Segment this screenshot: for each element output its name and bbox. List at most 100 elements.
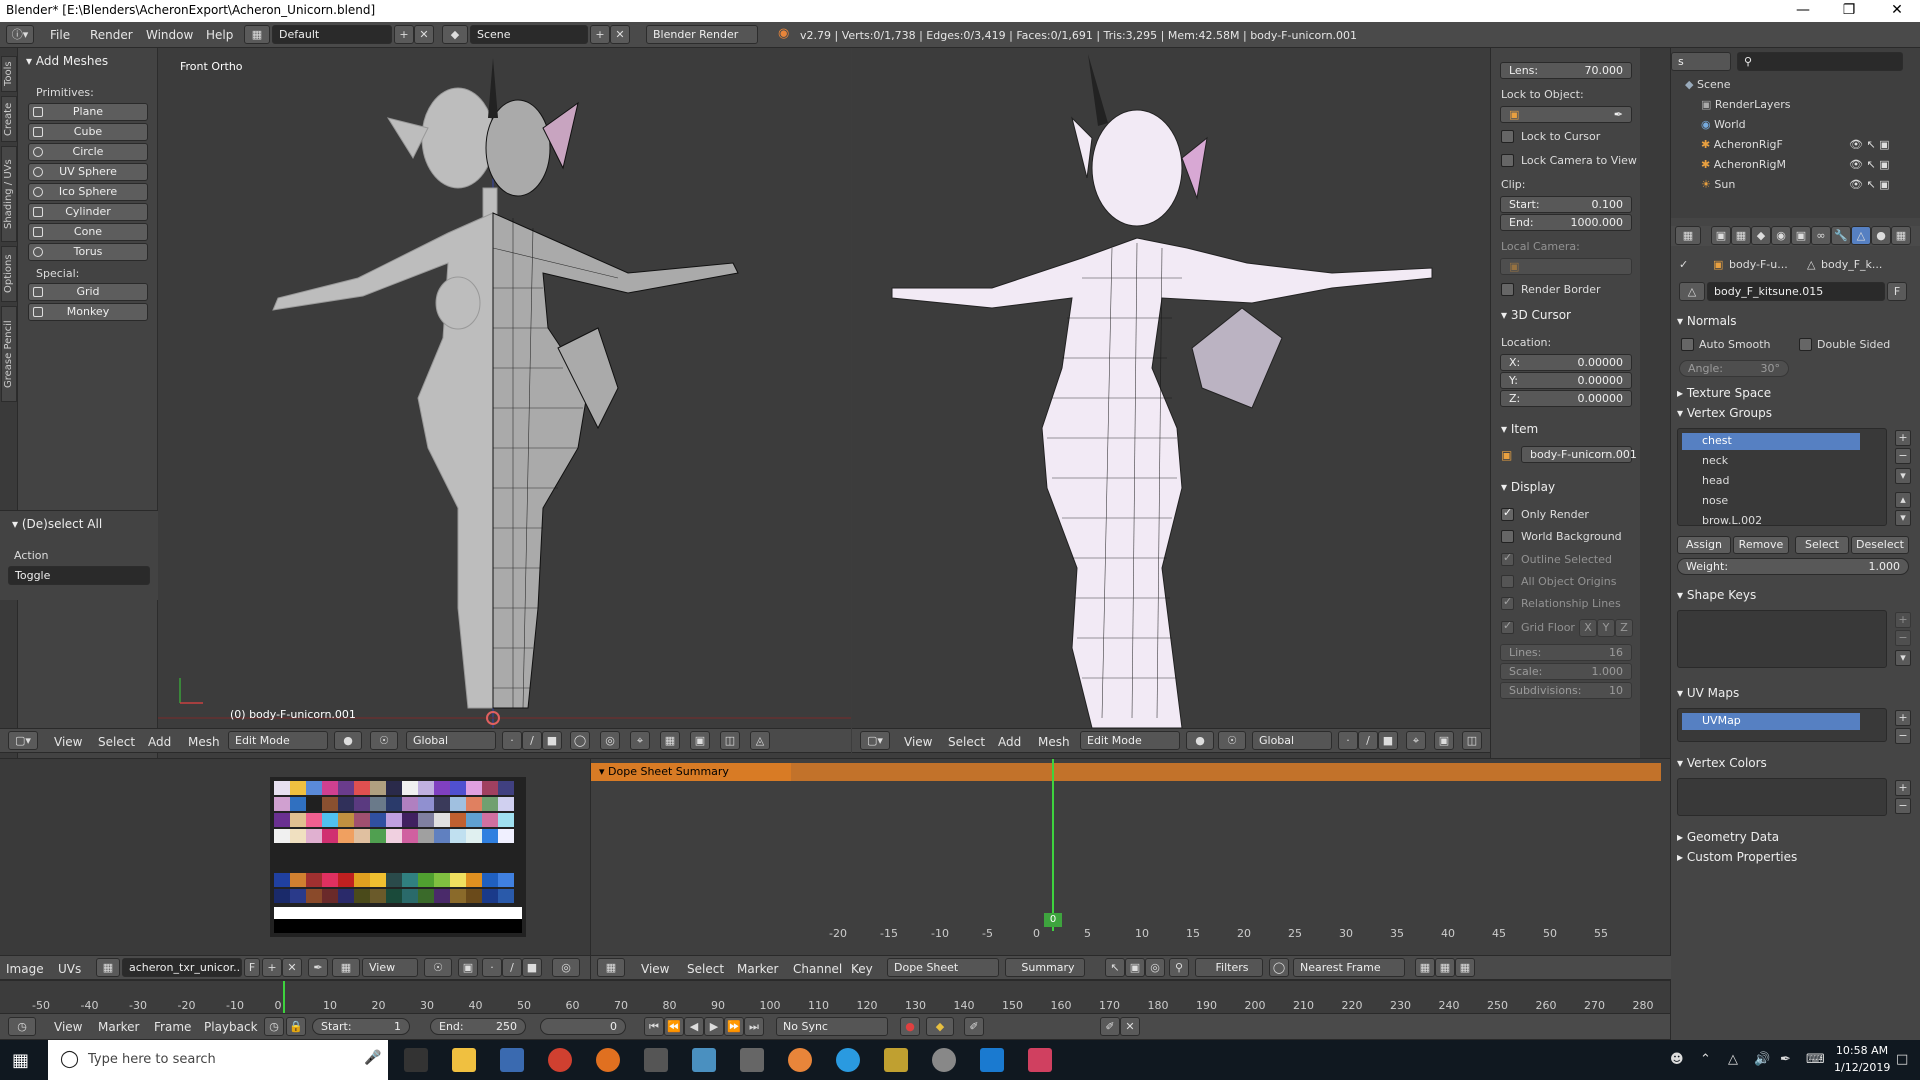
add-vertex-color-icon[interactable]: + bbox=[1895, 780, 1911, 796]
keyboard-icon[interactable]: ⌨ bbox=[1806, 1052, 1825, 1067]
remove-scene-icon[interactable]: ✕ bbox=[610, 25, 630, 44]
remove-uv-map-icon[interactable]: − bbox=[1895, 728, 1911, 744]
uv-face-icon[interactable]: ■ bbox=[522, 958, 542, 977]
dope-mode-dropdown[interactable]: Dope Sheet bbox=[887, 958, 999, 977]
outliner-item-scene[interactable]: ◆ Scene bbox=[1685, 78, 1731, 91]
weight-field[interactable]: Weight: 1.000 bbox=[1677, 558, 1909, 575]
snap-mode-dropdown[interactable]: Nearest Frame bbox=[1293, 958, 1405, 977]
remove-shape-key-icon[interactable]: − bbox=[1895, 630, 1911, 646]
menu-select-2[interactable]: Select bbox=[948, 735, 985, 749]
remove-vertex-color-icon[interactable]: − bbox=[1895, 798, 1911, 814]
menu-add[interactable]: Add bbox=[148, 735, 171, 749]
menu-mesh[interactable]: Mesh bbox=[188, 735, 220, 749]
play-reverse-icon[interactable]: ◀ bbox=[684, 1017, 704, 1036]
right-3d-viewport[interactable] bbox=[852, 48, 1490, 728]
vertex-group-list[interactable]: chest neck head nose brow.L.002 bbox=[1677, 428, 1887, 527]
copy-keys-icon[interactable]: ▦ bbox=[1415, 958, 1435, 977]
clock-date[interactable]: 1/12/2019 bbox=[1834, 1061, 1890, 1074]
firefox-icon[interactable] bbox=[596, 1048, 620, 1072]
only-selected-icon[interactable]: ↖ bbox=[1105, 958, 1125, 977]
vertex-groups-panel-header[interactable]: ▾ Vertex Groups bbox=[1677, 406, 1772, 420]
mode-dropdown[interactable]: Edit Mode bbox=[228, 731, 328, 750]
shape-key-list[interactable] bbox=[1677, 610, 1887, 668]
world-tab-icon[interactable]: ◉ bbox=[1771, 226, 1791, 245]
angle-field[interactable]: Angle: 30° bbox=[1679, 360, 1789, 377]
npanel-scroll-region[interactable] bbox=[1640, 48, 1670, 758]
grid-z-toggle[interactable]: Z bbox=[1615, 619, 1633, 637]
volume-icon[interactable]: 🔊 bbox=[1754, 1052, 1770, 1067]
mesh-name-field[interactable]: body_F_kitsune.015 bbox=[1707, 282, 1885, 301]
jump-next-key-icon[interactable]: ⏩ bbox=[724, 1017, 744, 1036]
start-frame-field[interactable]: Start: 1 bbox=[312, 1018, 410, 1035]
face-select-icon-2[interactable]: ■ bbox=[1378, 731, 1398, 750]
visibility-eye-icon[interactable]: 👁 ↖ ▣ bbox=[1849, 158, 1890, 171]
relationship-lines-checkbox[interactable] bbox=[1501, 595, 1514, 610]
sync-mode-dropdown[interactable]: No Sync bbox=[776, 1017, 888, 1036]
grid-y-toggle[interactable]: Y bbox=[1597, 619, 1615, 637]
mesh-browse-icon[interactable]: △ bbox=[1679, 282, 1705, 301]
snap-target-icon[interactable]: ▦ bbox=[660, 731, 680, 750]
editor-type-3dview-icon-2[interactable]: ▢▾ bbox=[860, 731, 890, 750]
shading-icon[interactable]: ● bbox=[334, 731, 362, 750]
paste-keys-icon[interactable]: ▦ bbox=[1435, 958, 1455, 977]
image-name-field[interactable]: acheron_txr_unicor... bbox=[122, 958, 242, 977]
add-vertex-group-icon[interactable]: + bbox=[1895, 430, 1911, 446]
outliner-item-acheronrigf[interactable]: ✱ AcheronRigF bbox=[1701, 138, 1783, 151]
current-frame-field[interactable]: 0 bbox=[540, 1018, 626, 1035]
maximize-icon[interactable]: ❐ bbox=[1826, 0, 1872, 22]
image-fake-user-toggle[interactable]: F bbox=[244, 958, 260, 977]
image-view-dropdown[interactable]: View bbox=[362, 958, 418, 977]
item-panel-header[interactable]: ▾ Item bbox=[1501, 422, 1538, 436]
menu-view[interactable]: View bbox=[54, 735, 82, 749]
scene-tab-icon[interactable]: ◆ bbox=[1751, 226, 1771, 245]
shape-keys-panel-header[interactable]: ▾ Shape Keys bbox=[1677, 588, 1756, 602]
opengl-render-icon[interactable]: ◫ bbox=[720, 731, 740, 750]
pin-icon[interactable]: ✓ bbox=[1679, 258, 1688, 271]
app-icon[interactable] bbox=[932, 1048, 956, 1072]
uv-edge-icon[interactable]: / bbox=[502, 958, 522, 977]
add-cone-button[interactable]: Cone bbox=[28, 223, 148, 241]
only-errors-icon[interactable]: ◎ bbox=[1145, 958, 1165, 977]
preview-range-icon[interactable]: ◷ bbox=[264, 1017, 284, 1036]
move-down-icon[interactable]: ▾ bbox=[1895, 510, 1911, 526]
edge-select-icon-2[interactable]: / bbox=[1358, 731, 1378, 750]
layout-dropdown[interactable]: Default bbox=[272, 25, 392, 44]
grid-subdiv-field[interactable]: Subdivisions: 10 bbox=[1500, 682, 1632, 699]
editor-type-3dview-icon[interactable]: ▢▾ bbox=[8, 731, 38, 750]
dope-summary-channel[interactable]: ▾ Dope Sheet Summary bbox=[591, 763, 791, 781]
add-uv-sphere-button[interactable]: UV Sphere bbox=[28, 163, 148, 181]
app-icon[interactable] bbox=[692, 1048, 716, 1072]
taskbar-search-box[interactable]: ◯ Type here to search 🎤 bbox=[48, 1040, 388, 1080]
add-meshes-header[interactable]: ▾ Add Meshes bbox=[26, 54, 108, 68]
vertex-select-icon-2[interactable]: · bbox=[1338, 731, 1358, 750]
menu-view-2[interactable]: View bbox=[904, 735, 932, 749]
orientation-dropdown[interactable]: Global bbox=[406, 731, 496, 750]
uv-proportional-icon[interactable]: ◎ bbox=[552, 958, 580, 977]
operator-header[interactable]: ▾ (De)select All bbox=[12, 517, 102, 531]
timeline-menu-view[interactable]: View bbox=[54, 1020, 82, 1034]
keying-set-icon[interactable]: ◆ bbox=[926, 1017, 954, 1036]
action-dropdown[interactable]: Toggle bbox=[8, 566, 150, 585]
editor-type-timeline-icon[interactable]: ◷ bbox=[8, 1017, 36, 1036]
vertex-group-item[interactable]: brow.L.002 bbox=[1682, 513, 1860, 530]
only-render-checkbox[interactable] bbox=[1501, 506, 1514, 521]
cursor-x-field[interactable]: X: 0.00000 bbox=[1500, 354, 1632, 371]
cursor-panel-header[interactable]: ▾ 3D Cursor bbox=[1501, 308, 1571, 322]
info-editor-type-icon[interactable]: ⓘ▾ bbox=[6, 25, 34, 44]
show-hidden-icon[interactable]: ▣ bbox=[1125, 958, 1145, 977]
add-layout-icon[interactable]: + bbox=[394, 25, 414, 44]
dope-menu-key[interactable]: Key bbox=[851, 962, 873, 976]
item-name-field[interactable]: body-F-unicorn.001 bbox=[1521, 446, 1637, 463]
display-panel-header[interactable]: ▾ Display bbox=[1501, 480, 1555, 494]
proportional-icon[interactable]: ◎ bbox=[600, 731, 620, 750]
app-icon[interactable] bbox=[1028, 1048, 1052, 1072]
vertex-color-list[interactable] bbox=[1677, 778, 1887, 816]
tab-tools[interactable]: Tools bbox=[1, 56, 17, 92]
unlink-image-icon[interactable]: ✕ bbox=[282, 958, 302, 977]
people-icon[interactable]: ☻ bbox=[1670, 1052, 1684, 1067]
outliner-item-acheronrigm[interactable]: ✱ AcheronRigM bbox=[1701, 158, 1786, 171]
select-button[interactable]: Select bbox=[1795, 536, 1849, 554]
timeline-playhead[interactable] bbox=[283, 981, 285, 1013]
app-icon[interactable] bbox=[644, 1048, 668, 1072]
add-shape-key-icon[interactable]: + bbox=[1895, 612, 1911, 628]
